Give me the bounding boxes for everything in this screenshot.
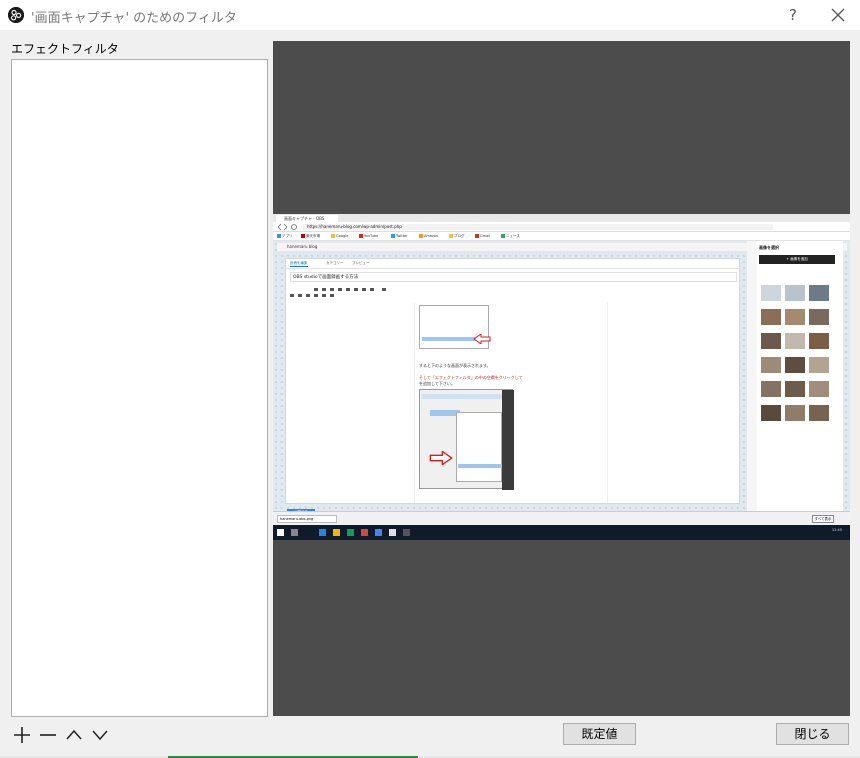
download-item: hanemaru-obs.png xyxy=(277,515,337,523)
close-button[interactable]: 閉じる xyxy=(776,723,849,745)
bookmark-item: ニュース xyxy=(501,234,520,239)
thumbnail xyxy=(809,381,829,397)
close-window-button[interactable] xyxy=(826,4,850,26)
post-text: すると下のような画面が表示されます。 xyxy=(419,363,491,368)
window-title: '画面キャプチャ' のためのフィルタ xyxy=(31,11,237,26)
post-title-field: OBS studioで画面録画する方法 xyxy=(290,272,737,282)
thumbnail xyxy=(761,381,781,397)
thumbnail xyxy=(785,285,805,301)
thumbnail xyxy=(785,381,805,397)
taskbar-app-icon xyxy=(319,529,326,536)
thumbnail xyxy=(785,309,805,325)
thumbnail xyxy=(785,333,805,349)
download-bar: hanemaru-obs.png すべて表示 xyxy=(273,511,850,525)
editor-toolbar xyxy=(290,286,737,300)
thumbnail xyxy=(761,285,781,301)
search-icon xyxy=(291,529,298,536)
captured-web-page: hanemaru blog 投稿を編集 カテゴリー プレビュー OBS stud… xyxy=(273,241,850,516)
taskbar-app-icon xyxy=(403,529,410,536)
effect-filters-label: エフェクトフィルタ xyxy=(11,42,119,56)
taskbar-app-icon xyxy=(361,529,368,536)
bookmarks-bar: アプリ 楽天市場 Google YouTube Twitter Amazon ブ… xyxy=(273,232,850,241)
bookmark-item: ブログ xyxy=(449,234,465,239)
remove-filter-button[interactable] xyxy=(37,723,59,745)
effect-filters-list[interactable] xyxy=(11,59,268,717)
thumbnail xyxy=(785,357,805,373)
obs-logo-icon xyxy=(8,7,24,23)
browser-tab-strip: 画面キャプチャ - OBS xyxy=(273,214,850,222)
nav-arrows-icon xyxy=(277,223,297,231)
taskbar-clock: 12:45 xyxy=(831,528,842,532)
preview-area: 画面キャプチャ - OBS https://hanemaru-blog.com/… xyxy=(273,41,850,716)
close-icon xyxy=(831,8,845,22)
thumbnail xyxy=(809,357,829,373)
sidebar-add-button: + 画像を追加 xyxy=(759,255,835,264)
post-editor: 投稿を編集 カテゴリー プレビュー OBS studioで画面録画する方法 する… xyxy=(285,258,741,504)
thumbnail xyxy=(785,405,805,421)
taskbar-app-icon xyxy=(347,529,354,536)
help-button[interactable]: ? xyxy=(781,4,805,26)
red-arrow-icon xyxy=(429,451,453,465)
bookmark-item: Amazon xyxy=(419,234,438,239)
browser-address-bar: https://hanemaru-blog.com/wp-admin/post.… xyxy=(273,222,850,232)
move-down-button[interactable] xyxy=(89,723,111,745)
post-text: を追加して下さい。 xyxy=(419,381,455,386)
obs-dialog-screenshot xyxy=(419,389,514,490)
thumbnail xyxy=(761,405,781,421)
thumbnail xyxy=(761,333,781,349)
thumbnail xyxy=(809,309,829,325)
editor-tabs: 投稿を編集 カテゴリー プレビュー xyxy=(286,259,741,269)
sidebar-title: 画像を選択 xyxy=(759,245,779,250)
browser-tab: 画面キャプチャ - OBS xyxy=(276,215,338,222)
bookmark-item: 楽天市場 xyxy=(301,234,320,239)
chevron-up-icon xyxy=(66,729,82,740)
thumbnail xyxy=(761,357,781,373)
bookmark-item: Gmail xyxy=(475,234,490,239)
media-sidebar: 画像を選択 + 画像を追加 xyxy=(757,241,843,511)
editor-tab: 投稿を編集 xyxy=(290,261,308,267)
editor-tab: プレビュー xyxy=(352,261,370,265)
red-arrow-icon xyxy=(473,334,491,344)
taskbar-app-icon xyxy=(375,529,382,536)
chevron-down-icon xyxy=(92,730,108,741)
plus-icon xyxy=(14,727,30,743)
bookmark-item: YouTube xyxy=(359,234,378,239)
show-all-downloads: すべて表示 xyxy=(812,515,834,523)
browser-url: https://hanemaru-blog.com/wp-admin/post.… xyxy=(303,224,773,230)
post-content: すると下のような画面が表示されます。 そして「エフェクトフィルタ」の中の空欄をク… xyxy=(414,303,608,503)
add-filter-button[interactable] xyxy=(11,723,33,745)
screen-capture-preview: 画面キャプチャ - OBS https://hanemaru-blog.com/… xyxy=(273,214,850,540)
bookmark-item: Twitter xyxy=(391,234,408,239)
title-bar: '画面キャプチャ' のためのフィルタ ? xyxy=(0,0,860,30)
start-icon xyxy=(277,529,284,536)
minus-icon xyxy=(40,734,56,736)
thumbnail xyxy=(809,285,829,301)
defaults-button[interactable]: 既定値 xyxy=(563,723,636,745)
windows-taskbar: 12:45 xyxy=(273,525,850,540)
taskbar-app-icon xyxy=(389,529,396,536)
bookmark-item: アプリ xyxy=(277,234,293,239)
thumbnail xyxy=(809,333,829,349)
taskbar-app-icon xyxy=(333,529,340,536)
thumbnail xyxy=(809,405,829,421)
editor-tab: カテゴリー xyxy=(326,261,344,265)
side-icon-column xyxy=(747,241,757,511)
move-up-button[interactable] xyxy=(63,723,85,745)
bookmark-item: Google xyxy=(331,234,348,239)
thumbnail xyxy=(761,309,781,325)
